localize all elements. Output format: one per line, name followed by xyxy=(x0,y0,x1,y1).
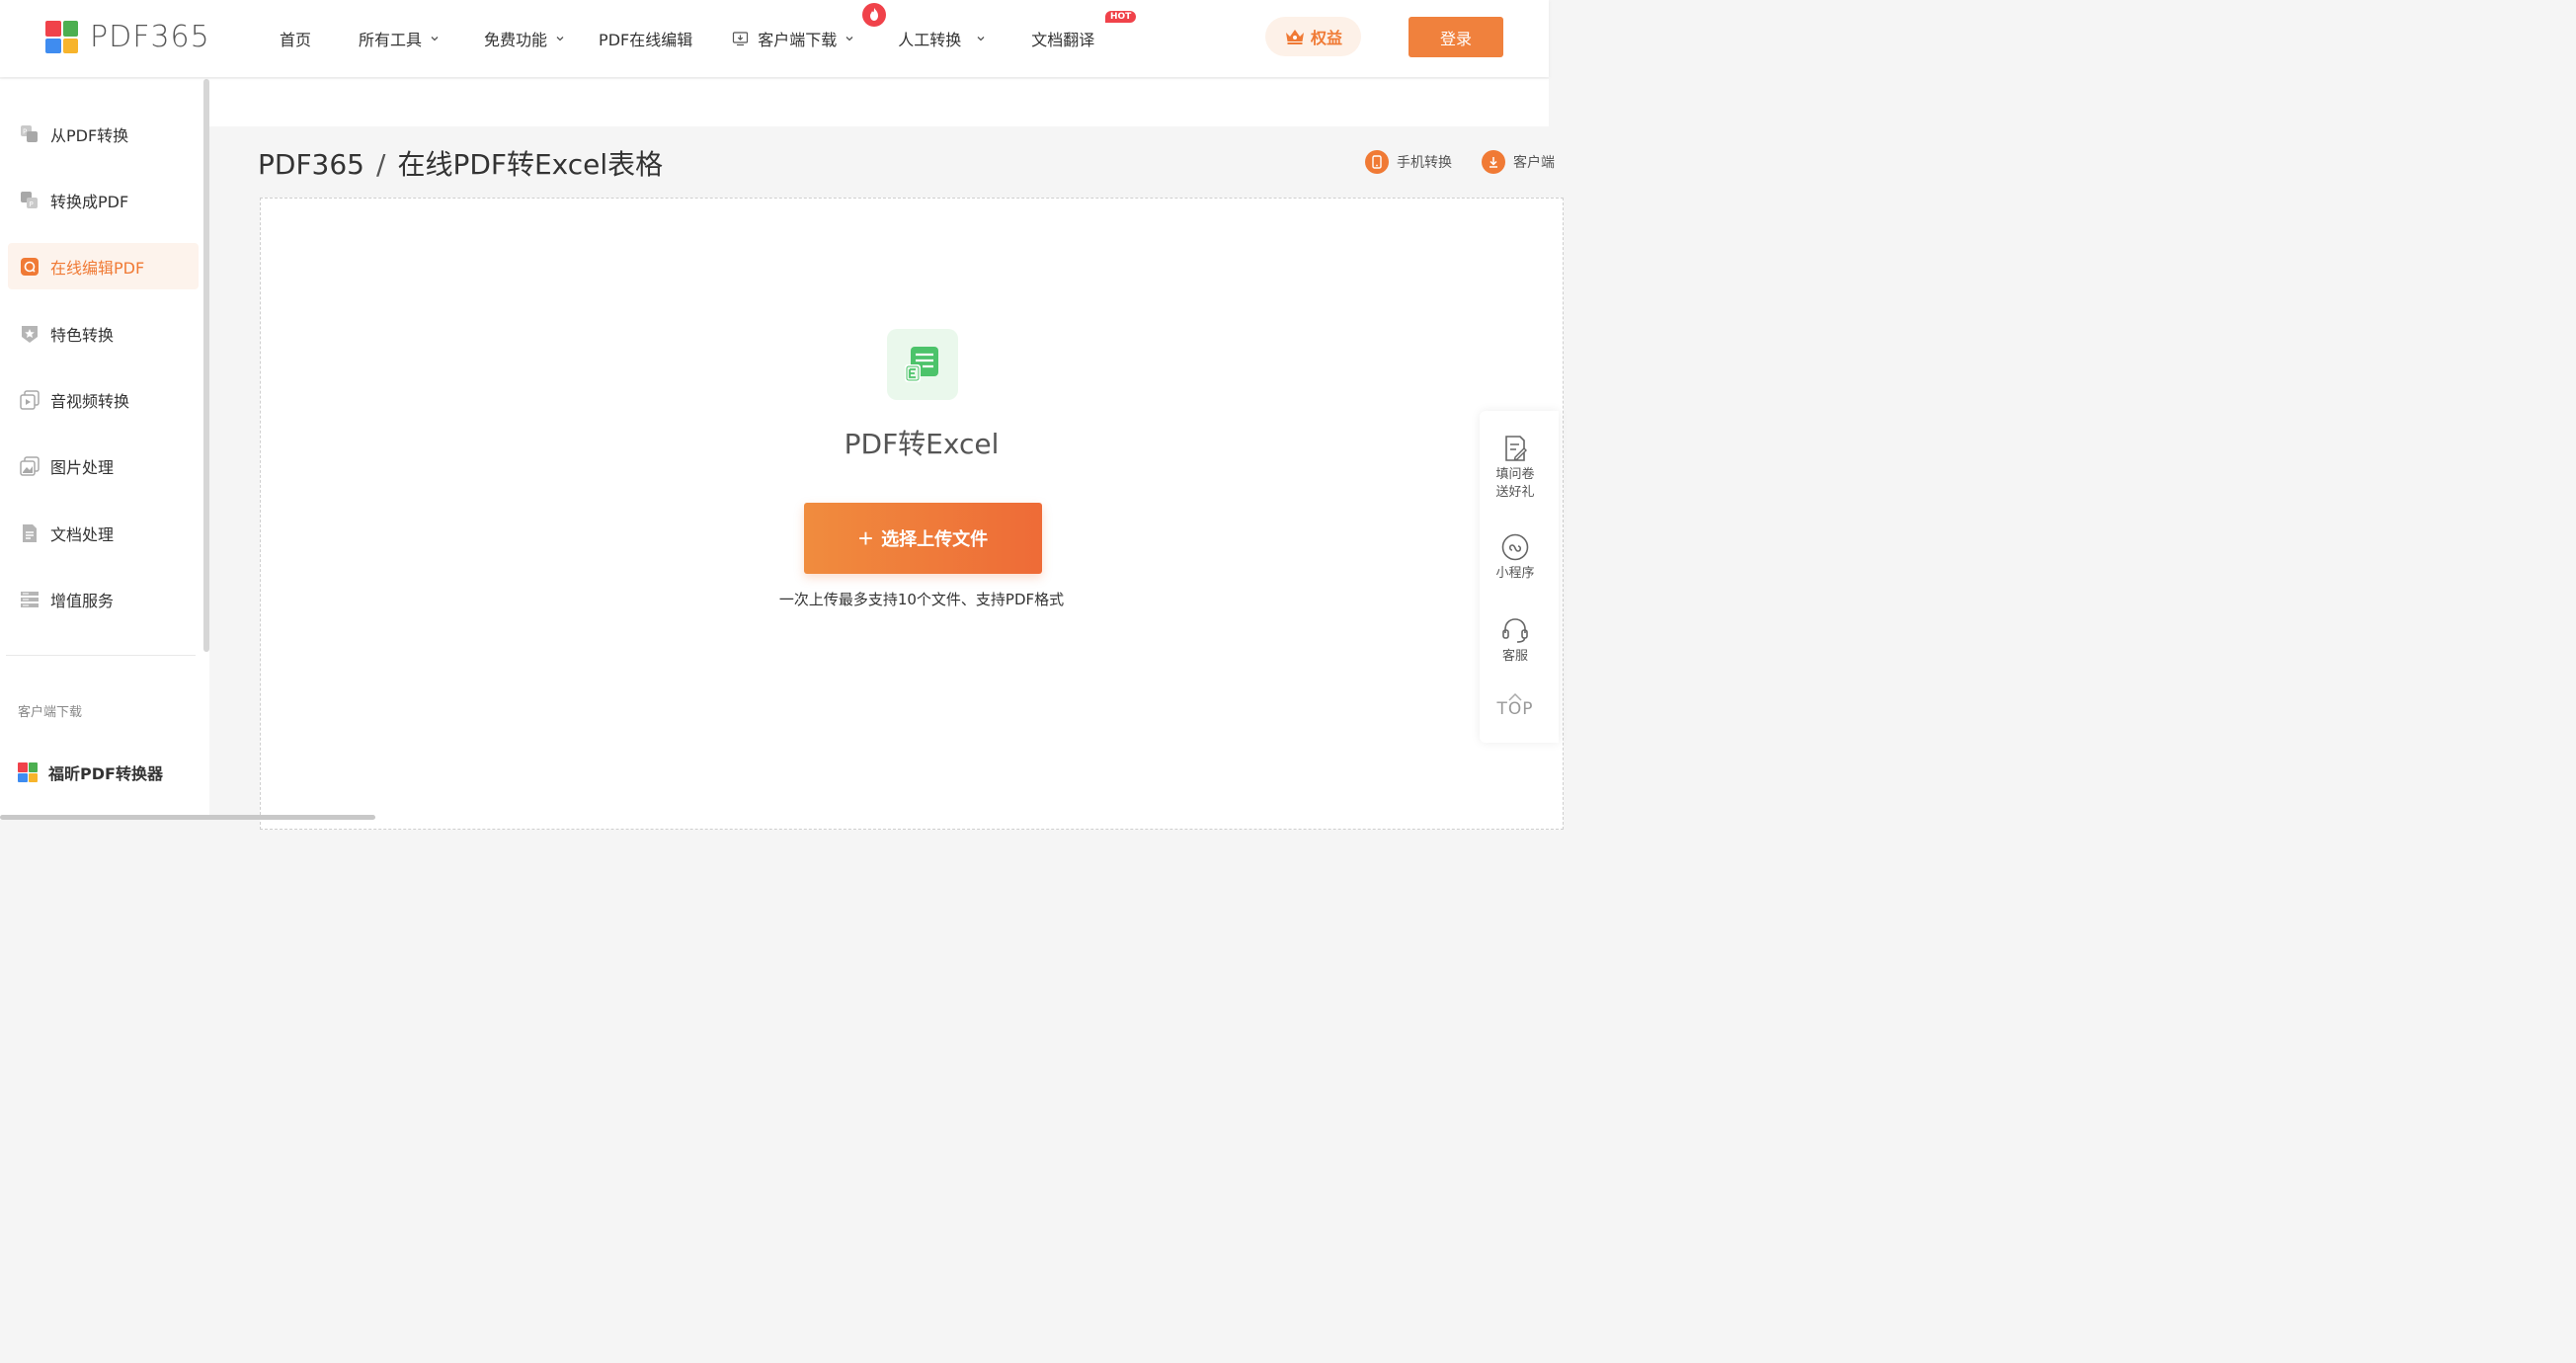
sidebar-item-from-pdf[interactable]: P 从PDF转换 xyxy=(8,111,199,157)
sidebar-divider xyxy=(6,655,196,656)
nav-all-tools[interactable]: 所有工具 xyxy=(359,27,440,50)
plus-icon: + xyxy=(857,523,874,553)
main-top-band xyxy=(209,79,1549,126)
sidebar-item-media[interactable]: 音视频转换 xyxy=(8,376,199,423)
sidebar-item-to-pdf[interactable]: P 转换成PDF xyxy=(8,177,199,223)
document-process-icon xyxy=(20,523,40,543)
floating-toolbar: 填问卷 送好礼 小程序 客服 TOP xyxy=(1480,411,1559,743)
sidebar-item-label: 特色转换 xyxy=(50,325,115,345)
svg-text:P: P xyxy=(23,127,27,135)
sidebar-item-label: 音视频转换 xyxy=(50,391,130,411)
sidebar-item-edit-pdf[interactable]: 在线编辑PDF xyxy=(8,243,199,289)
sidebar-item-label: 图片处理 xyxy=(50,457,115,477)
headset-icon xyxy=(1502,618,1528,643)
sidebar-item-special[interactable]: 特色转换 xyxy=(8,310,199,357)
chevron-down-icon xyxy=(977,37,985,41)
breadcrumb-root[interactable]: PDF365 xyxy=(258,148,364,181)
nav-all-tools-label: 所有工具 xyxy=(359,31,423,49)
customer-service-button[interactable]: 客服 xyxy=(1480,616,1551,666)
miniprogram-label: 小程序 xyxy=(1495,566,1535,581)
nav-free-features-label: 免费功能 xyxy=(484,31,548,49)
miniprogram-icon xyxy=(1501,533,1529,561)
chevron-down-icon xyxy=(556,37,564,41)
upload-hint: 一次上传最多支持10个文件、支持PDF格式 xyxy=(778,591,1065,608)
edit-pdf-icon xyxy=(20,257,40,277)
crown-icon xyxy=(1285,30,1304,44)
client-link[interactable]: 客户端 xyxy=(1482,150,1555,174)
nav-manual-convert-label: 人工转换 xyxy=(898,31,962,49)
fire-icon xyxy=(862,3,887,27)
survey-label-line2: 送好礼 xyxy=(1495,485,1535,500)
sidebar-item-document[interactable]: 文档处理 xyxy=(8,510,199,556)
logo-mark-icon xyxy=(45,21,78,53)
pdf-convert-from-icon: P xyxy=(20,124,40,144)
client-label: 客户端 xyxy=(1513,155,1555,171)
sidebar-scrollbar[interactable] xyxy=(203,79,209,652)
mobile-icon xyxy=(1365,150,1389,174)
upload-button-label: 选择上传文件 xyxy=(881,529,989,549)
sidebar-item-label: 从PDF转换 xyxy=(50,125,129,145)
survey-gift-button[interactable]: 填问卷 送好礼 xyxy=(1480,435,1551,502)
back-to-top-label: TOP xyxy=(1496,699,1534,719)
breadcrumb-separator: / xyxy=(376,148,386,181)
horizontal-scrollbar[interactable] xyxy=(0,815,375,820)
page-title: 在线PDF转Excel表格 xyxy=(397,148,664,181)
excel-file-icon xyxy=(887,329,958,400)
sidebar-app-name: 福昕PDF转换器 xyxy=(48,764,163,783)
back-to-top-button[interactable]: TOP xyxy=(1480,693,1551,719)
sidebar-download-heading: 客户端下载 xyxy=(18,705,83,720)
image-process-icon xyxy=(20,455,40,476)
value-service-icon xyxy=(20,590,40,609)
chevron-down-icon xyxy=(845,37,853,41)
main-nav: 首页 所有工具 免费功能 PDF在线编辑 客户端下载 人工转换 文档翻译 HOT xyxy=(280,0,1137,77)
miniprogram-button[interactable]: 小程序 xyxy=(1480,533,1551,583)
nav-client-download-label: 客户端下载 xyxy=(758,31,838,49)
sidebar-app-link[interactable]: 福昕PDF转换器 xyxy=(18,761,163,784)
hot-badge: HOT xyxy=(1104,11,1137,23)
upload-file-button[interactable]: + 选择上传文件 xyxy=(804,503,1042,574)
download-icon xyxy=(733,31,749,45)
benefits-button[interactable]: 权益 xyxy=(1265,17,1361,56)
sidebar-item-value-service[interactable]: 增值服务 xyxy=(8,576,199,622)
sidebar-item-label: 在线编辑PDF xyxy=(50,258,145,278)
pdf-convert-to-icon: P xyxy=(20,191,40,210)
nav-home[interactable]: 首页 xyxy=(280,27,311,50)
top-header: PDF365 首页 所有工具 免费功能 PDF在线编辑 客户端下载 人工转换 文… xyxy=(0,0,1549,77)
sidebar: P 从PDF转换 P 转换成PDF 在线编辑PDF 特色转换 音视频转换 图片处… xyxy=(0,79,209,820)
nav-free-features[interactable]: 免费功能 xyxy=(484,27,565,50)
header-quick-links: 手机转换 客户端 xyxy=(1365,150,1584,174)
logo-text: PDF365 xyxy=(90,20,210,54)
sidebar-item-label: 增值服务 xyxy=(50,591,115,610)
sidebar-item-image[interactable]: 图片处理 xyxy=(8,442,199,489)
nav-client-download[interactable]: 客户端下载 xyxy=(732,27,854,50)
mobile-convert-label: 手机转换 xyxy=(1397,155,1452,171)
mobile-convert-link[interactable]: 手机转换 xyxy=(1365,150,1452,174)
nav-doc-translate[interactable]: 文档翻译 HOT xyxy=(1031,11,1137,50)
foxit-logo-icon xyxy=(18,762,38,782)
survey-label-line1: 填问卷 xyxy=(1495,467,1535,482)
tool-title: PDF转Excel xyxy=(844,428,1000,460)
sidebar-item-label: 文档处理 xyxy=(50,524,115,544)
nav-online-edit-label: PDF在线编辑 xyxy=(599,31,693,49)
nav-online-edit[interactable]: PDF在线编辑 xyxy=(599,27,692,50)
client-icon xyxy=(1482,150,1505,174)
benefits-label: 权益 xyxy=(1310,29,1342,47)
special-convert-icon xyxy=(20,324,40,344)
login-button[interactable]: 登录 xyxy=(1409,17,1503,57)
breadcrumb: PDF365 / 在线PDF转Excel表格 xyxy=(258,143,663,183)
media-convert-icon xyxy=(20,389,40,410)
nav-manual-convert[interactable]: 人工转换 xyxy=(862,3,986,50)
customer-service-label: 客服 xyxy=(1501,649,1528,664)
svg-text:P: P xyxy=(30,200,34,208)
sidebar-item-label: 转换成PDF xyxy=(50,192,129,211)
site-logo[interactable]: PDF365 xyxy=(45,20,210,54)
nav-home-label: 首页 xyxy=(280,31,312,49)
survey-icon xyxy=(1505,436,1527,461)
chevron-down-icon xyxy=(431,37,439,41)
nav-doc-translate-label: 文档翻译 xyxy=(1031,31,1095,49)
